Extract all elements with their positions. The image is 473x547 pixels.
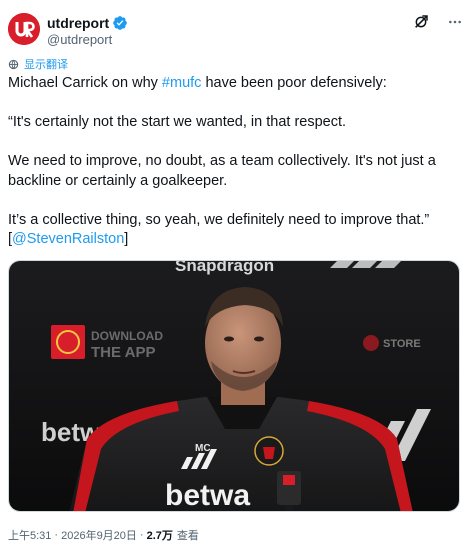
translate-icon <box>8 59 19 69</box>
utdreport-logo-icon <box>8 13 40 45</box>
tweet-line-4-suffix: ] <box>124 231 129 247</box>
shirt-sponsor-text: betwa <box>165 479 250 512</box>
more-icon[interactable] <box>447 14 463 30</box>
show-translation-link[interactable]: 显示翻译 <box>8 57 68 71</box>
press-conference-photo: Snapdragon DOWNLOAD THE APP STORE betwa … <box>9 261 459 512</box>
adidas-stripes-top-icon <box>330 261 401 268</box>
tweet-media-photo[interactable]: Snapdragon DOWNLOAD THE APP STORE betwa … <box>8 260 460 512</box>
tweet-date[interactable]: 2026年9月20日 <box>61 527 137 543</box>
verified-badge-icon <box>113 16 128 30</box>
tweet-meta: 上午5:31 · 2026年9月20日 · 2.7万 查看 <box>8 527 199 543</box>
views-label: 查看 <box>176 530 199 542</box>
tweet-line-1: Michael Carrick on why #mufc have been p… <box>8 74 465 94</box>
mention-link[interactable]: @StevenRailston <box>12 231 124 247</box>
tweet-line-1-prefix: Michael Carrick on why <box>8 75 162 91</box>
avatar[interactable] <box>8 13 40 45</box>
download-app-line-1: DOWNLOAD <box>91 329 163 343</box>
display-name[interactable]: utdreport <box>47 15 109 31</box>
tweet-line-1-suffix: have been poor defensively: <box>201 75 387 91</box>
download-app-line-2: THE APP <box>91 344 155 361</box>
tweet-header: utdreport @utdreport <box>8 8 465 52</box>
store-label: STORE <box>383 338 421 350</box>
tweet-time[interactable]: 上午5:31 <box>8 527 51 543</box>
tweet-line-4: It’s a collective thing, so yeah, we def… <box>8 211 465 250</box>
tweet-text: Michael Carrick on why #mufc have been p… <box>8 74 465 250</box>
tweet-line-2: “It's certainly not the start we wanted,… <box>8 114 347 130</box>
show-translation-label[interactable]: 显示翻译 <box>24 56 68 72</box>
tweet-line-3: We need to improve, no doubt, as a team … <box>8 153 436 189</box>
store-crest-icon <box>363 335 379 351</box>
author-handle[interactable]: @utdreport <box>47 32 112 47</box>
coach-initials: MC <box>195 443 211 454</box>
views-count: 2.7万 <box>146 530 173 542</box>
header-actions <box>413 14 463 30</box>
author-name-row[interactable]: utdreport <box>47 14 128 32</box>
grok-icon[interactable] <box>413 14 429 30</box>
snapdragon-sponsor-text: Snapdragon <box>175 261 274 275</box>
hashtag-link[interactable]: #mufc <box>162 75 202 91</box>
